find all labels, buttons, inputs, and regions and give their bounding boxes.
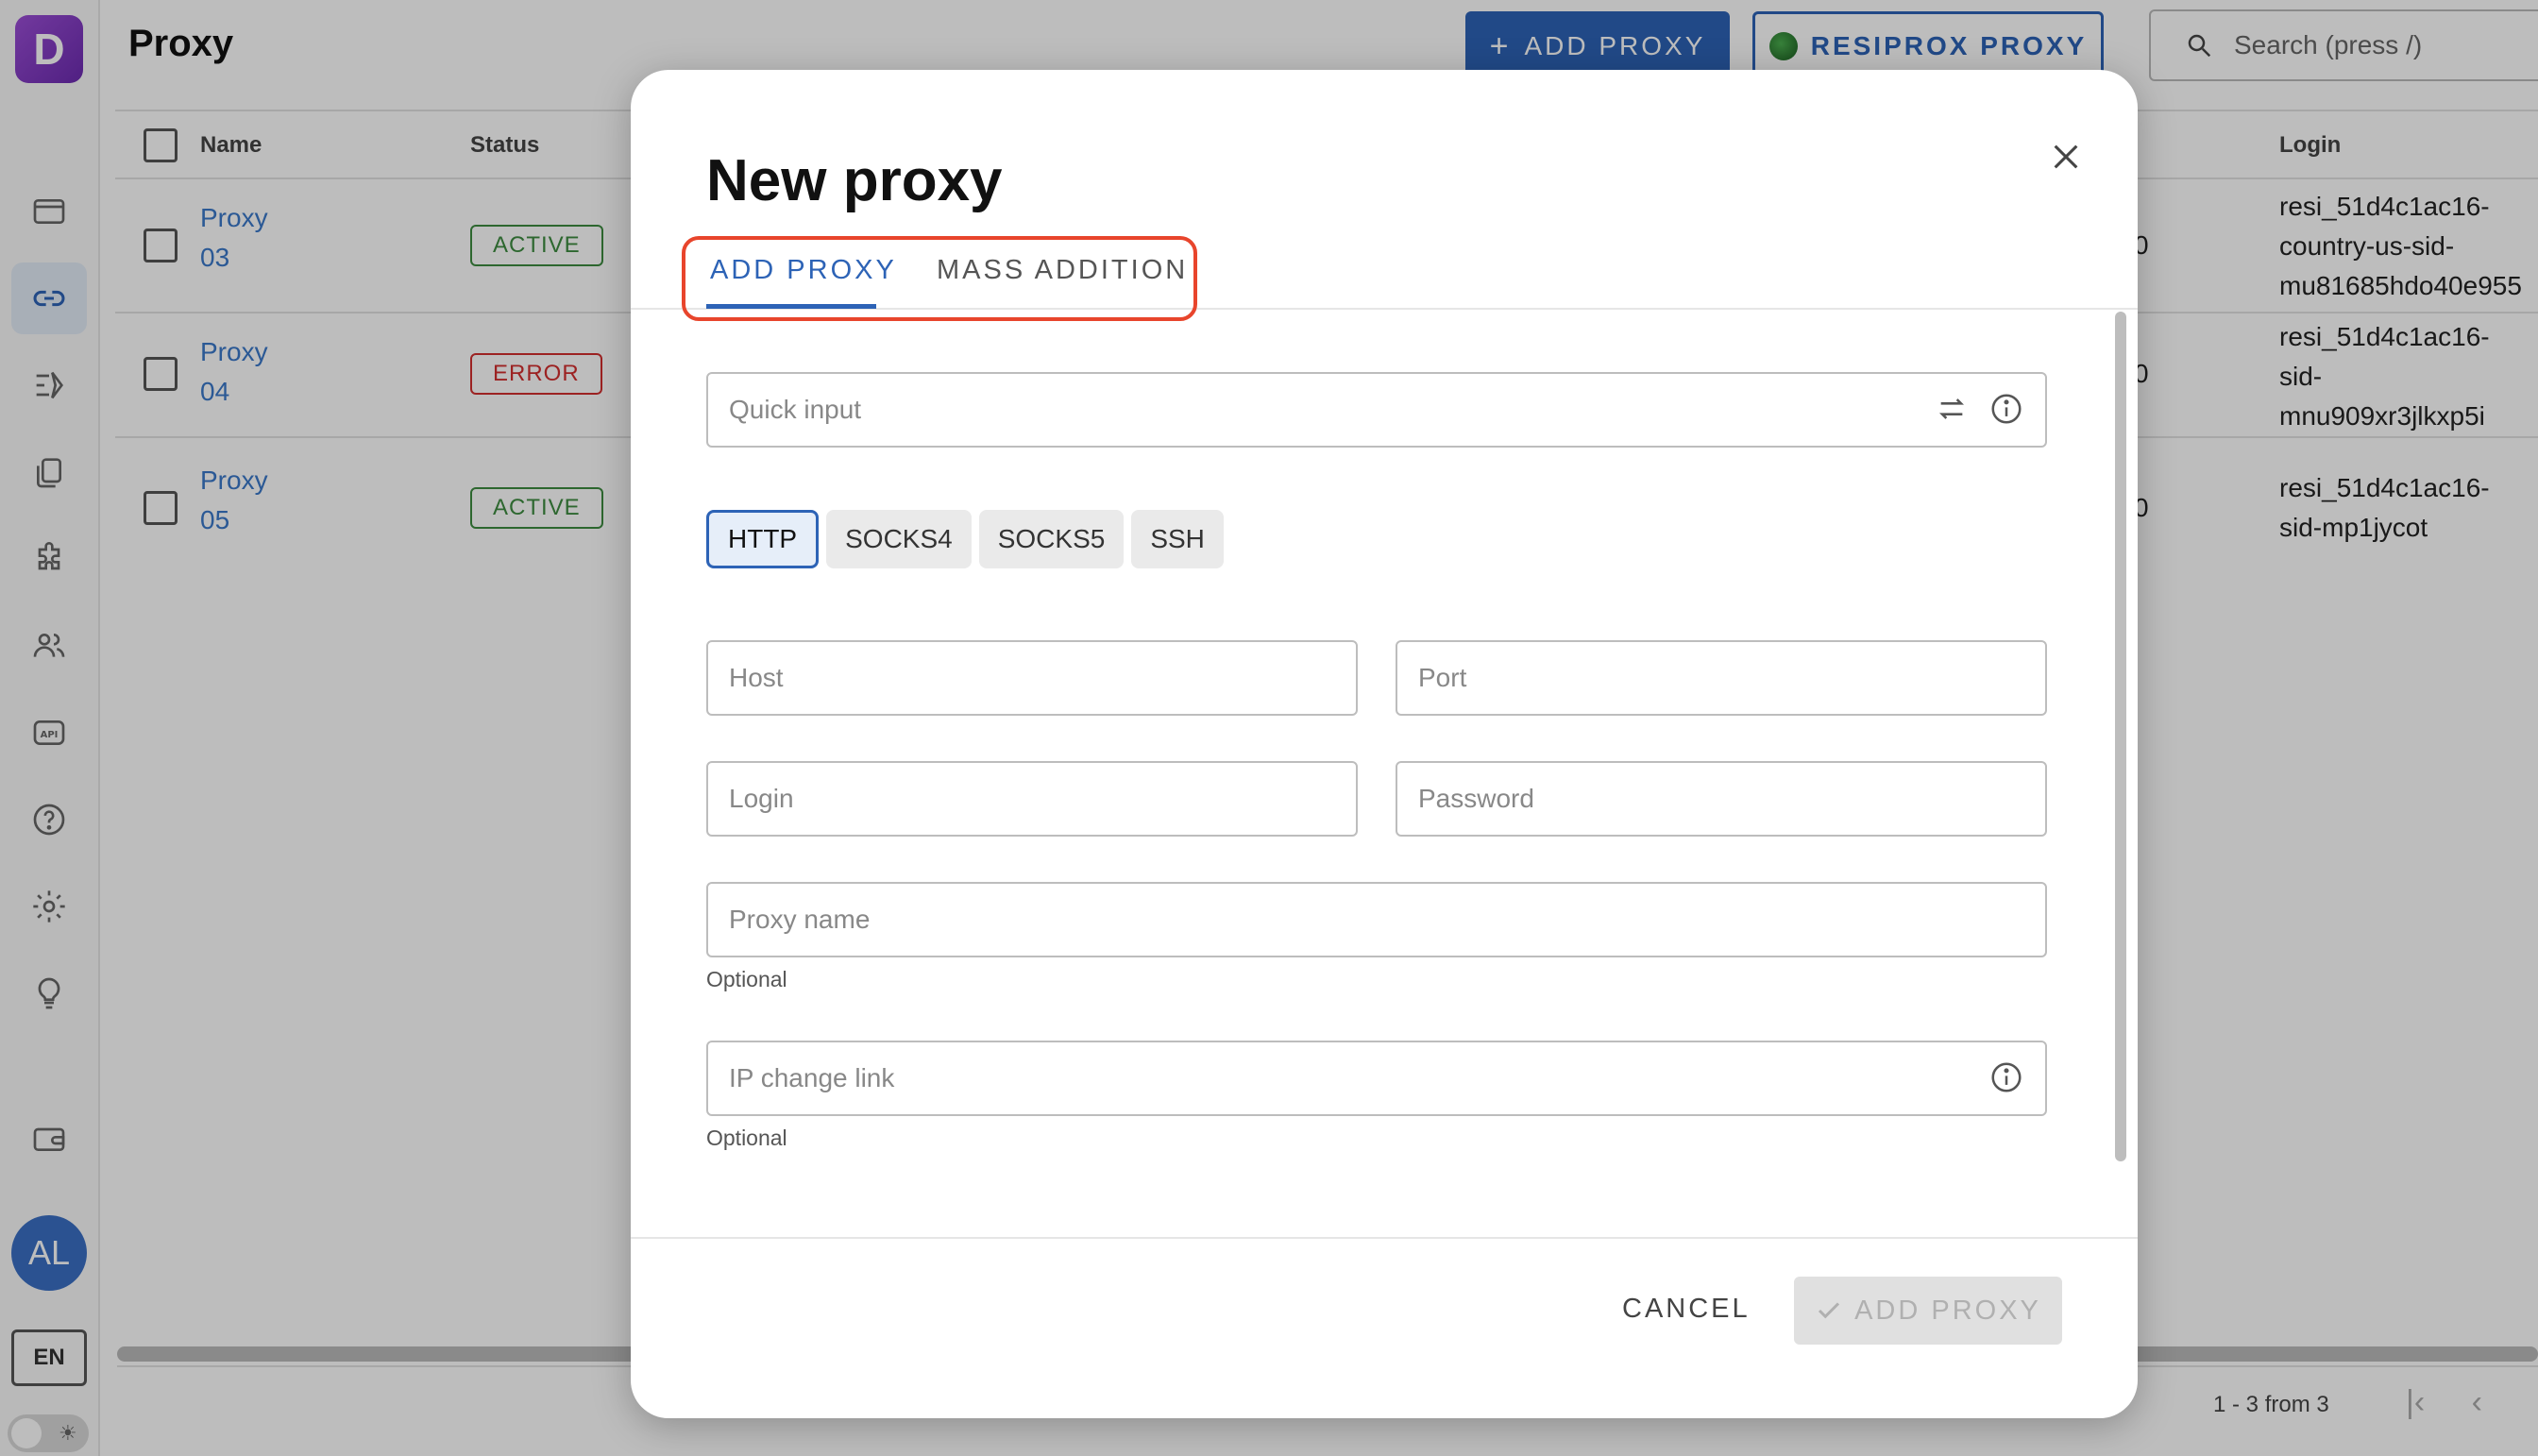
proxy-type-selector: HTTP SOCKS4 SOCKS5 SSH xyxy=(706,510,1224,576)
password-placeholder: Password xyxy=(1418,784,1534,813)
add-proxy-submit-label: ADD PROXY xyxy=(1854,1295,2041,1326)
dialog-scrollbar[interactable] xyxy=(2115,312,2126,1161)
login-field[interactable]: Login xyxy=(706,761,1358,837)
host-placeholder: Host xyxy=(729,663,784,692)
login-placeholder: Login xyxy=(729,784,794,813)
host-field[interactable]: Host xyxy=(706,640,1358,716)
dialog-title: New proxy xyxy=(706,148,1003,213)
port-field[interactable]: Port xyxy=(1396,640,2047,716)
cancel-button[interactable]: CANCEL xyxy=(1622,1294,1751,1325)
proxy-name-helper: Optional xyxy=(706,967,787,991)
proxy-name-field[interactable]: Proxy name xyxy=(706,882,2047,957)
ip-change-placeholder: IP change link xyxy=(729,1063,895,1092)
proxy-name-placeholder: Proxy name xyxy=(729,905,871,934)
new-proxy-dialog: New proxy ADD PROXY MASS ADDITION Quick … xyxy=(631,70,2138,1418)
quick-input-field[interactable]: Quick input xyxy=(706,372,2047,448)
add-proxy-submit-button[interactable]: ADD PROXY xyxy=(1794,1277,2062,1345)
check-icon xyxy=(1819,1302,1840,1319)
type-socks4-button[interactable]: SOCKS4 xyxy=(826,510,972,568)
password-field[interactable]: Password xyxy=(1396,761,2047,837)
info-icon[interactable] xyxy=(1988,391,2024,427)
ip-change-link-field[interactable]: IP change link xyxy=(706,1041,2047,1116)
type-ssh-button[interactable]: SSH xyxy=(1131,510,1224,568)
tabs-highlight-annotation xyxy=(682,236,1197,321)
quick-input-placeholder: Quick input xyxy=(729,395,862,424)
port-placeholder: Port xyxy=(1418,663,1467,692)
dialog-footer-divider xyxy=(631,1237,2138,1239)
ip-change-helper: Optional xyxy=(706,1126,787,1150)
info-icon[interactable] xyxy=(1988,1059,2024,1095)
swap-icon[interactable] xyxy=(1936,393,1968,425)
type-socks5-button[interactable]: SOCKS5 xyxy=(978,510,1125,568)
close-button[interactable] xyxy=(2038,128,2094,185)
close-icon xyxy=(2054,144,2078,169)
type-http-button[interactable]: HTTP xyxy=(706,510,820,568)
